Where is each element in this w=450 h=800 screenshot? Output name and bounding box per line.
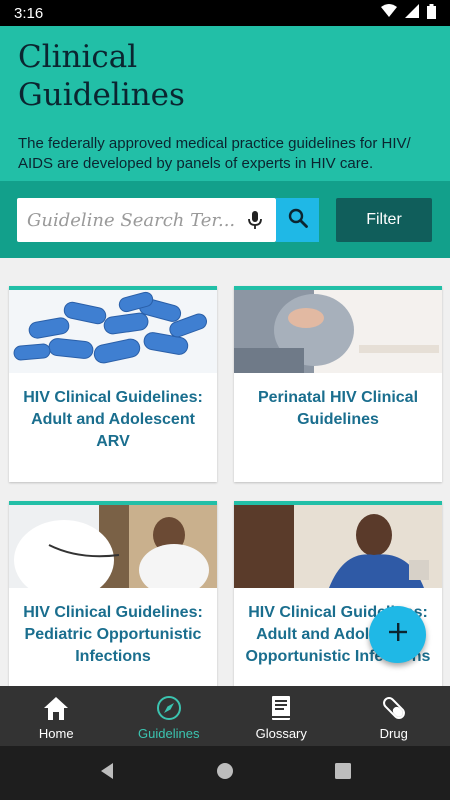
card-title: HIV Clinical Guidelines: Pediatric Oppor… (23, 604, 203, 665)
bottom-navigation: Home Guidelines Glossary Drug (0, 686, 450, 746)
nav-drug[interactable]: Drug (338, 686, 450, 746)
header: Clinical Guidelines The federally approv… (0, 26, 450, 181)
pill-icon (382, 697, 405, 719)
card-title: Perinatal HIV Clinical Guidelines (257, 389, 419, 428)
search-box (17, 198, 276, 242)
blue-pills-image (9, 290, 217, 373)
nav-guidelines[interactable]: Guidelines (113, 686, 226, 746)
back-icon[interactable] (98, 762, 116, 785)
search-button[interactable] (276, 198, 319, 242)
compass-icon (156, 696, 181, 720)
doctor-child-image (9, 505, 217, 588)
recents-icon[interactable] (334, 762, 352, 785)
pregnant-woman-image (234, 290, 442, 373)
guideline-card-adult-arv[interactable]: HIV Clinical Guidelines: Adult and Adole… (9, 286, 217, 482)
nav-label: Home (38, 726, 74, 741)
nav-label: Guidelines (138, 726, 200, 741)
book-icon (272, 696, 291, 720)
add-button[interactable] (369, 606, 426, 663)
status-time: 3:16 (14, 4, 44, 22)
search-bar: Filter (0, 181, 450, 258)
plus-icon (387, 621, 409, 648)
nav-home[interactable]: Home (0, 686, 113, 746)
card-title: HIV Clinical Guidelines: Adult and Adole… (23, 389, 203, 450)
page-title: Clinical Guidelines (18, 39, 185, 113)
guideline-card-perinatal[interactable]: Perinatal HIV Clinical Guidelines (234, 286, 442, 482)
guideline-card-pediatric-oi[interactable]: HIV Clinical Guidelines: Pediatric Oppor… (9, 501, 217, 686)
search-icon (287, 207, 309, 234)
system-navigation (0, 746, 450, 800)
microphone-icon[interactable] (244, 209, 266, 231)
home-circle-icon[interactable] (216, 762, 234, 785)
battery-icon (427, 3, 436, 23)
nav-glossary[interactable]: Glossary (225, 686, 338, 746)
signal-icon (405, 4, 419, 22)
home-icon (44, 697, 69, 720)
status-bar: 3:16 (0, 0, 450, 26)
filter-button[interactable]: Filter (336, 198, 432, 242)
elderly-man-image (234, 505, 442, 588)
page-description: The federally approved medical practice … (18, 135, 411, 172)
search-input[interactable] (27, 209, 239, 231)
wifi-icon (381, 4, 397, 22)
nav-label: Drug (379, 726, 408, 741)
nav-label: Glossary (255, 726, 307, 741)
